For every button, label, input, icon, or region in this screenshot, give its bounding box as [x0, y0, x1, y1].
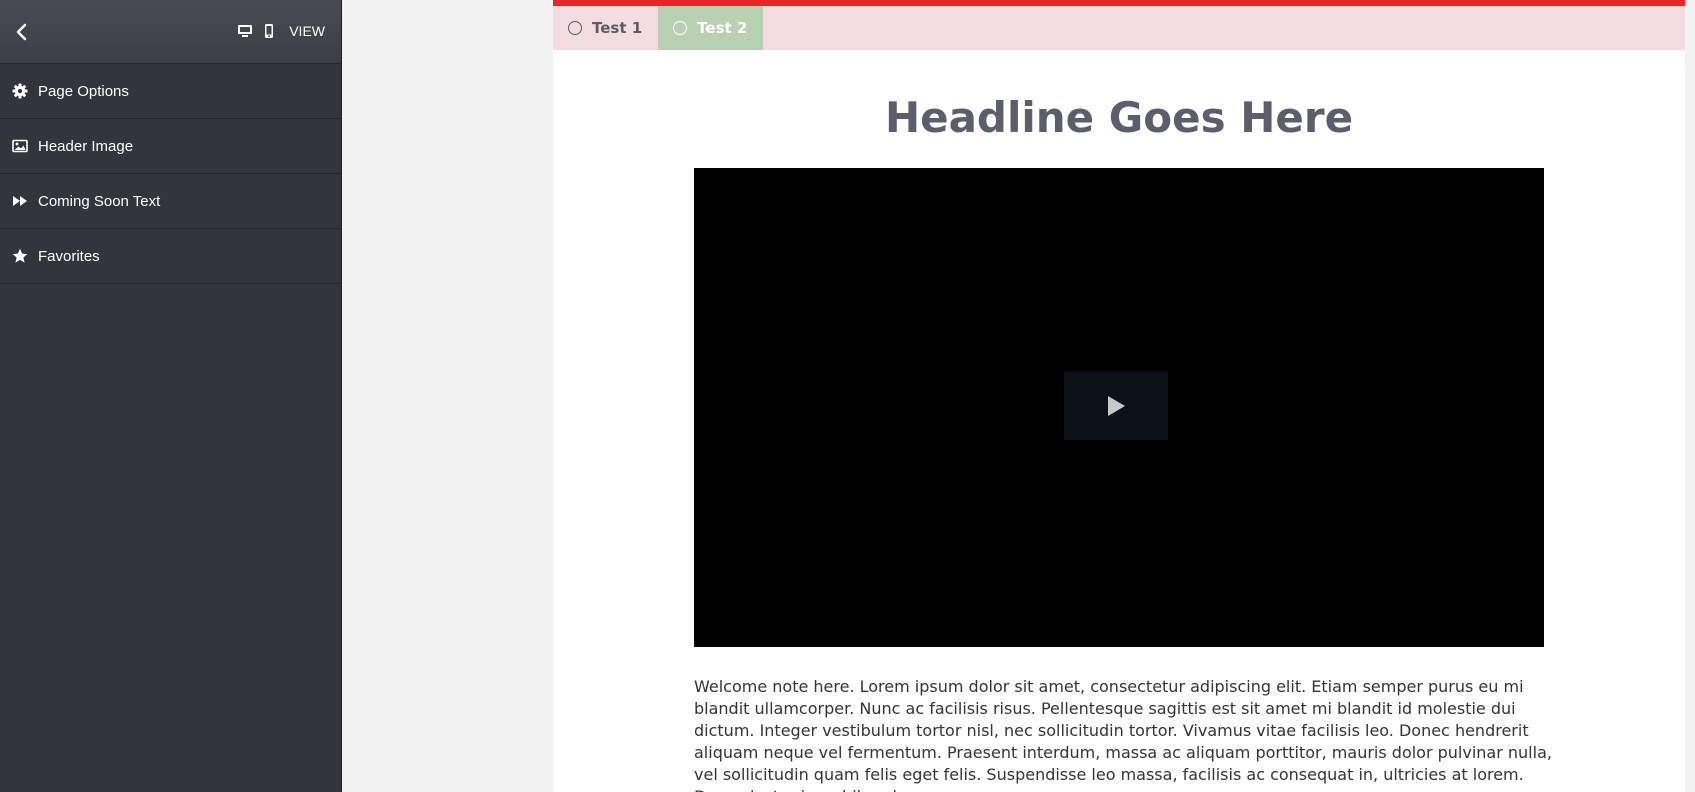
play-button[interactable] — [1064, 371, 1168, 440]
tab-label: Test 1 — [592, 19, 643, 37]
sidebar-item-label: Header Image — [38, 137, 134, 155]
image-icon — [12, 138, 28, 154]
back-button[interactable] — [9, 19, 35, 45]
variant-tabs: Test 1 Test 2 — [553, 6, 1685, 50]
sidebar-item-label: Favorites — [38, 247, 100, 265]
view-label[interactable]: VIEW — [289, 23, 325, 39]
gear-icon — [12, 83, 28, 99]
fast-forward-icon — [12, 193, 28, 209]
welcome-text[interactable]: Welcome note here. Lorem ipsum dolor sit… — [694, 676, 1552, 792]
chevron-left-icon — [16, 23, 27, 41]
desktop-view-icon[interactable] — [237, 23, 253, 39]
sidebar-item-favorites[interactable]: Favorites — [0, 229, 341, 284]
sidebar-toolbar: VIEW — [0, 0, 341, 64]
page-headline[interactable]: Headline Goes Here — [553, 90, 1685, 146]
mobile-view-icon[interactable] — [261, 23, 277, 39]
radio-icon — [568, 21, 582, 35]
radio-icon — [673, 21, 688, 35]
tab-test-2[interactable]: Test 2 — [658, 6, 764, 50]
tab-label: Test 2 — [697, 19, 748, 37]
sidebar-item-header-image[interactable]: Header Image — [0, 119, 341, 174]
video-player[interactable] — [694, 168, 1544, 647]
star-icon — [12, 248, 28, 264]
editor-sidebar: VIEW Page Options Header Image Coming So… — [0, 0, 342, 792]
play-icon — [1108, 395, 1125, 416]
tab-test-1[interactable]: Test 1 — [553, 6, 658, 50]
sidebar-item-coming-soon-text[interactable]: Coming Soon Text — [0, 174, 341, 229]
sidebar-item-page-options[interactable]: Page Options — [0, 64, 341, 119]
page-preview: Test 1 Test 2 Headline Goes Here Welcome… — [553, 0, 1685, 792]
view-mode-group: VIEW — [237, 20, 325, 42]
sidebar-item-label: Page Options — [38, 82, 129, 100]
sidebar-item-label: Coming Soon Text — [38, 192, 161, 210]
